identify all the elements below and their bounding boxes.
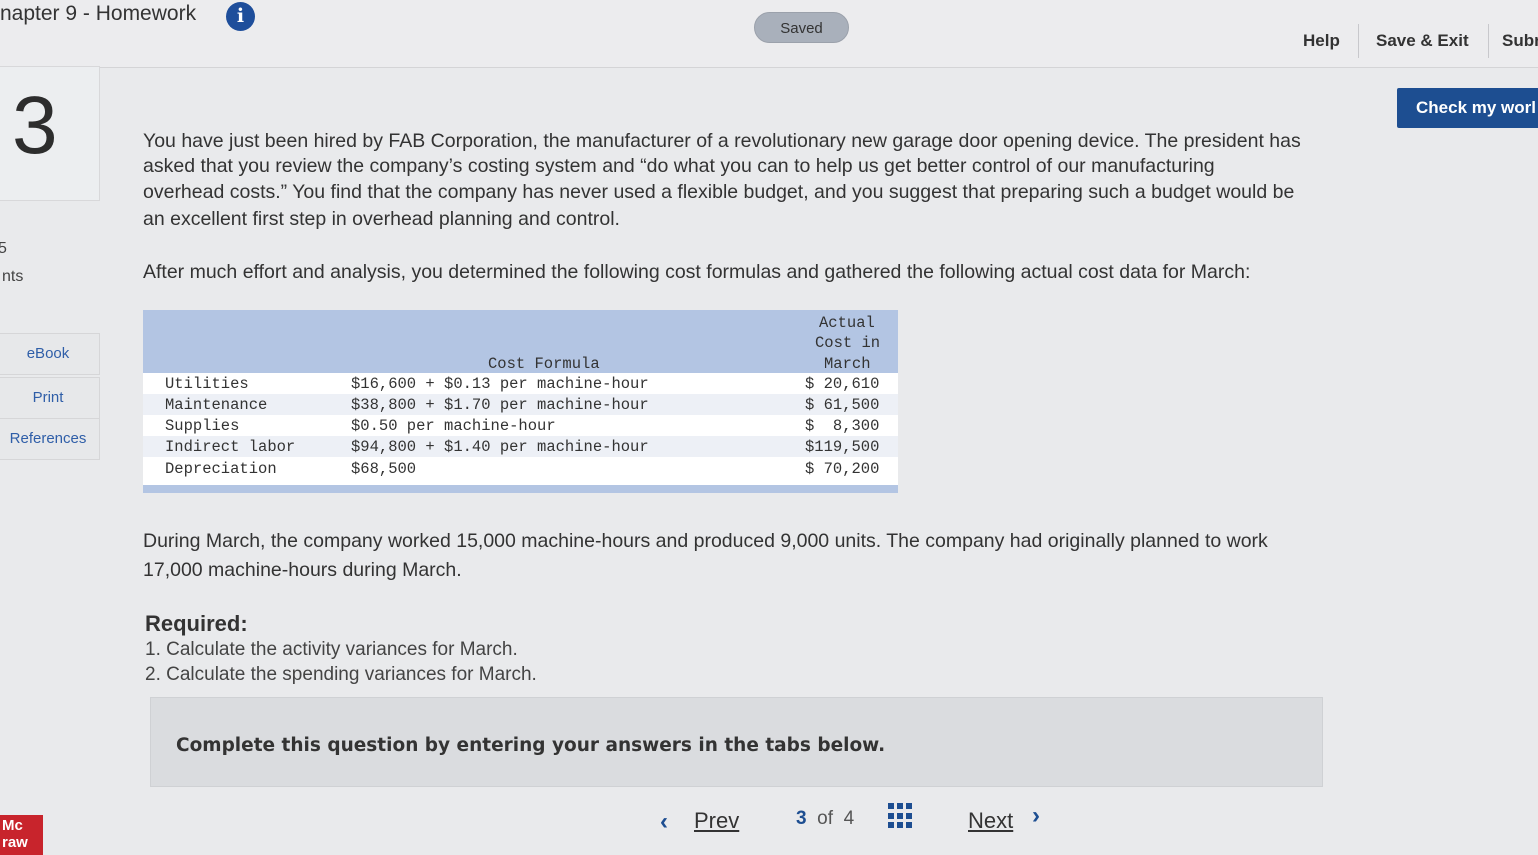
intro-line: asked that you review the company’s cost… [143, 155, 1215, 177]
required-item: 2. Calculate the spending variances for … [145, 664, 537, 685]
during-line: 17,000 machine-hours during March. [143, 559, 462, 581]
help-link[interactable]: Help [1303, 31, 1340, 51]
instruction-text: Complete this question by entering your … [176, 735, 886, 756]
header-divider [1488, 24, 1489, 58]
header-divider [1358, 24, 1359, 58]
table-footer [143, 485, 898, 493]
row-item: Supplies [165, 417, 240, 435]
row-formula: $0.50 per machine-hour [351, 417, 556, 435]
points-label: nts [2, 268, 24, 285]
row-actual: $119,500 [805, 438, 880, 456]
of-label: of [817, 808, 833, 829]
col-header-formula: Cost Formula [488, 355, 600, 373]
check-my-work-button[interactable]: Check my worl [1397, 88, 1538, 128]
chevron-right-icon[interactable]: › [1032, 802, 1040, 830]
saved-status-badge: Saved [754, 12, 849, 43]
chevron-left-icon[interactable]: ‹ [660, 808, 668, 836]
info-icon[interactable]: i [226, 2, 255, 31]
row-formula: $94,800 + $1.40 per machine-hour [351, 438, 649, 456]
cost-formula-table: Cost Formula Actual Cost in March Utilit… [143, 310, 898, 493]
intro-line: overhead costs.” You find that the compa… [143, 181, 1295, 203]
assignment-title: napter 9 - Homework [0, 2, 197, 25]
row-actual: $ 20,610 [805, 375, 880, 393]
during-line: During March, the company worked 15,000 … [143, 530, 1268, 552]
row-item: Utilities [165, 375, 249, 393]
col-header-actual: Actual [819, 314, 875, 332]
row-item: Indirect labor [165, 438, 296, 456]
lead-in-text: After much effort and analysis, you dete… [143, 261, 1251, 283]
intro-line: You have just been hired by FAB Corporat… [143, 130, 1301, 152]
ebook-button[interactable]: eBook [0, 333, 100, 375]
current-page: 3 [796, 808, 807, 829]
required-item: 1. Calculate the activity variances for … [145, 639, 518, 660]
save-exit-link[interactable]: Save & Exit [1376, 31, 1469, 51]
row-formula: $16,600 + $0.13 per machine-hour [351, 375, 649, 393]
mcgraw-hill-logo: Mc raw [0, 815, 43, 855]
col-header-actual: March [824, 355, 871, 373]
prev-button[interactable]: Prev [694, 808, 739, 834]
row-formula: $38,800 + $1.70 per machine-hour [351, 396, 649, 414]
col-header-actual: Cost in [815, 334, 881, 352]
references-button[interactable]: References [0, 418, 100, 460]
logo-text-line: Mc [2, 817, 23, 834]
intro-line: an excellent first step in overhead plan… [143, 208, 620, 230]
row-formula: $68,500 [351, 460, 417, 478]
required-heading: Required: [145, 611, 248, 636]
row-item: Depreciation [165, 460, 277, 478]
question-number: 3 [12, 80, 58, 171]
points-value: 5 [0, 240, 7, 257]
row-item: Maintenance [165, 396, 268, 414]
row-actual: $ 61,500 [805, 396, 880, 414]
logo-text-line: raw [2, 834, 28, 851]
page-indicator: 3 of 4 [796, 808, 854, 830]
row-actual: $ 70,200 [805, 460, 880, 478]
grid-menu-icon[interactable] [888, 803, 912, 829]
print-button[interactable]: Print [0, 377, 100, 419]
row-actual: $ 8,300 [805, 417, 880, 435]
next-button[interactable]: Next [968, 808, 1013, 834]
total-pages: 4 [843, 808, 855, 829]
submit-link[interactable]: Subr [1502, 31, 1538, 51]
